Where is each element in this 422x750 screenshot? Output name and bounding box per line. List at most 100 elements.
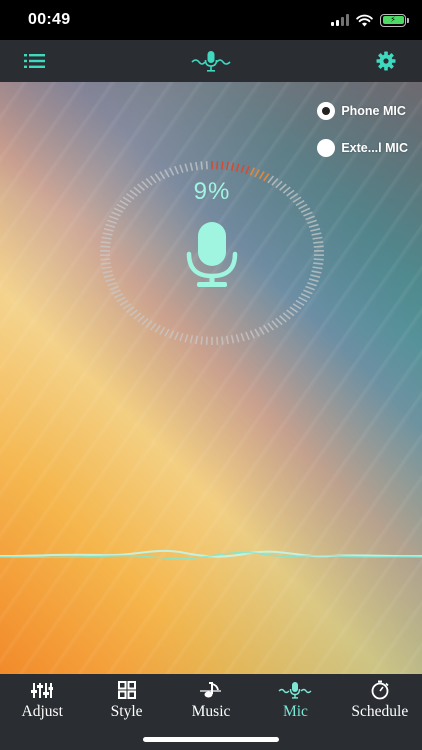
radio-selected-icon <box>317 102 336 120</box>
signal-icon <box>331 14 349 26</box>
level-tick <box>122 303 132 310</box>
level-tick <box>102 232 113 236</box>
level-tick <box>313 258 324 261</box>
level-tick-active <box>254 169 260 178</box>
level-tick <box>101 266 112 270</box>
grid-icon <box>117 681 136 699</box>
level-tick <box>184 163 189 172</box>
level-tick <box>308 278 319 283</box>
level-tick-active <box>230 162 235 171</box>
home-indicator[interactable] <box>143 737 279 742</box>
level-tick <box>310 228 321 232</box>
level-tick <box>145 320 153 328</box>
level-tick <box>105 223 116 228</box>
mic-option-label: Exte...l MIC <box>341 141 408 155</box>
level-tick <box>311 232 322 236</box>
radio-unselected-icon <box>317 139 336 157</box>
level-tick <box>116 296 126 303</box>
level-tick <box>100 241 111 244</box>
level-tick <box>221 336 224 345</box>
mic-wave-icon <box>278 682 312 699</box>
menu-button[interactable] <box>22 49 48 73</box>
level-tick <box>312 236 323 240</box>
level-tick <box>295 299 305 306</box>
level-tick <box>313 245 324 248</box>
level-tick <box>289 306 299 313</box>
level-tick <box>200 161 203 170</box>
level-tick <box>308 223 319 228</box>
level-tick <box>282 312 291 320</box>
level-tick-active <box>225 161 229 171</box>
level-tick <box>189 335 194 344</box>
level-tick-active <box>249 167 255 176</box>
level-tick <box>245 331 250 341</box>
level-tick <box>137 315 145 323</box>
level-tick <box>310 274 321 278</box>
level-tick <box>179 164 184 173</box>
level-tick <box>164 169 170 178</box>
level-tick <box>169 167 175 176</box>
level-tick <box>263 324 270 333</box>
level-tick <box>103 274 114 278</box>
level-tick <box>109 215 119 221</box>
audio-waveform <box>0 549 422 560</box>
timer-icon <box>371 680 389 700</box>
level-tick <box>111 289 121 295</box>
level-tick <box>111 211 121 217</box>
level-tick <box>107 219 117 225</box>
level-tick <box>154 324 161 333</box>
status-time: 00:49 <box>28 11 71 28</box>
level-tick <box>292 303 302 310</box>
level-tick <box>311 270 322 274</box>
level-tick-active <box>245 165 250 175</box>
level-tick <box>169 330 175 339</box>
level-tick <box>303 289 313 295</box>
level-tick <box>164 328 170 337</box>
battery-charging-icon: ⚡ <box>380 13 409 27</box>
level-tick <box>107 281 117 287</box>
level-tick <box>298 296 308 303</box>
music-note-icon <box>200 682 222 698</box>
level-tick <box>195 161 199 171</box>
level-tick <box>179 333 184 342</box>
tab-label: Adjust <box>21 703 63 720</box>
level-tick <box>312 266 323 270</box>
mic-option-label: Phone MIC <box>341 104 406 118</box>
tab-adjust[interactable]: Adjust <box>0 674 84 750</box>
mic-option-phone[interactable]: Phone MIC <box>317 100 408 122</box>
level-tick <box>159 326 166 335</box>
level-tick <box>286 309 295 317</box>
tab-schedule[interactable]: Schedule <box>338 674 422 750</box>
level-tick <box>149 322 157 331</box>
level-tick <box>113 207 124 213</box>
tab-label: Mic <box>282 703 308 720</box>
level-tick <box>307 281 317 287</box>
level-tick <box>100 258 111 261</box>
level-tick <box>125 306 135 313</box>
level-tick <box>189 162 194 171</box>
settings-button[interactable] <box>373 49 399 73</box>
gear-icon <box>376 51 396 71</box>
level-tick <box>254 328 260 337</box>
status-bar: 00:49 ⚡ <box>0 0 422 40</box>
level-tick <box>279 315 287 323</box>
level-tick <box>141 317 149 326</box>
level-tick <box>305 215 315 221</box>
mic-mode-indicator <box>190 49 232 73</box>
level-tick <box>235 334 240 343</box>
level-tick <box>303 211 313 217</box>
app-header <box>0 40 422 82</box>
mic-wave-icon <box>191 51 231 72</box>
level-tick <box>113 293 124 299</box>
mic-option-external[interactable]: Exte...l MIC <box>317 137 408 159</box>
level-tick <box>240 333 245 342</box>
level-tick <box>267 322 275 331</box>
microphone-icon[interactable] <box>184 220 240 288</box>
level-tick <box>195 335 199 345</box>
level-tick <box>313 241 324 244</box>
level-tick <box>100 262 111 265</box>
wifi-icon <box>356 14 373 26</box>
level-tick <box>313 262 324 265</box>
list-menu-icon <box>24 54 45 68</box>
level-tick <box>105 278 116 283</box>
